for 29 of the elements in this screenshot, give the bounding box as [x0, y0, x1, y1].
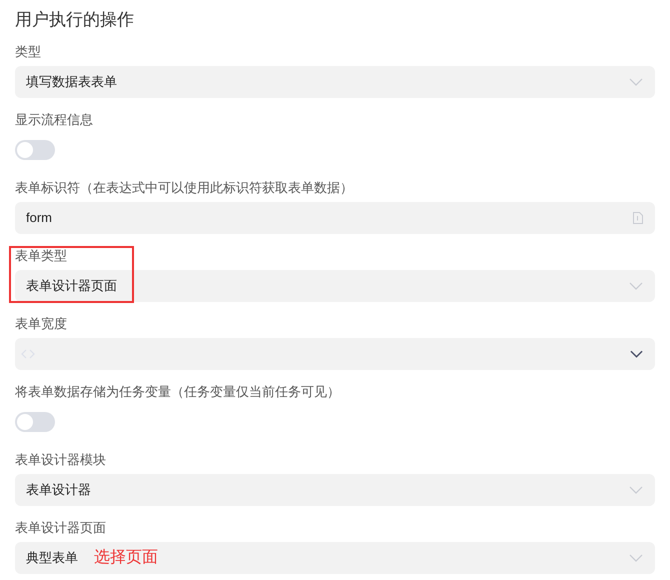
chevron-down-icon: [630, 350, 643, 358]
field-label: 表单类型: [15, 247, 68, 265]
select-field[interactable]: 典型表单 选择页面: [15, 542, 655, 574]
field-label: 表单宽度: [15, 315, 68, 333]
chevron-down-icon: [629, 78, 643, 86]
select-field[interactable]: 表单设计器页面: [15, 270, 655, 302]
field-label: 将表单数据存储为任务变量（任务变量仅当前任务可见）: [15, 383, 341, 401]
annotation-text: 选择页面: [94, 548, 158, 568]
field-value: form: [26, 209, 52, 228]
field-value: 典型表单: [26, 549, 78, 568]
field-label: 显示流程信息: [15, 111, 94, 129]
field-value: 表单设计器: [26, 481, 91, 500]
select-field[interactable]: [15, 338, 655, 370]
field-label: 类型: [15, 43, 42, 61]
field-label: 表单设计器页面: [15, 519, 107, 537]
field-label: 表单标识符（在表达式中可以使用此标识符获取表单数据）: [15, 179, 354, 197]
input-field[interactable]: form: [15, 202, 655, 234]
chevron-down-icon: [629, 554, 643, 562]
toggle-switch[interactable]: [15, 140, 55, 160]
field-value: 表单设计器页面: [26, 277, 117, 296]
select-field[interactable]: 填写数据表表单: [15, 66, 655, 98]
chevron-down-icon: [629, 282, 643, 290]
field-label: 表单设计器模块: [15, 451, 107, 469]
select-field[interactable]: 表单设计器: [15, 474, 655, 506]
field-value: 填写数据表表单: [26, 73, 117, 92]
document-icon: [633, 212, 643, 224]
chevron-down-icon: [629, 486, 643, 494]
toggle-switch[interactable]: [15, 412, 55, 432]
section-title: 用户执行的操作: [15, 9, 135, 31]
